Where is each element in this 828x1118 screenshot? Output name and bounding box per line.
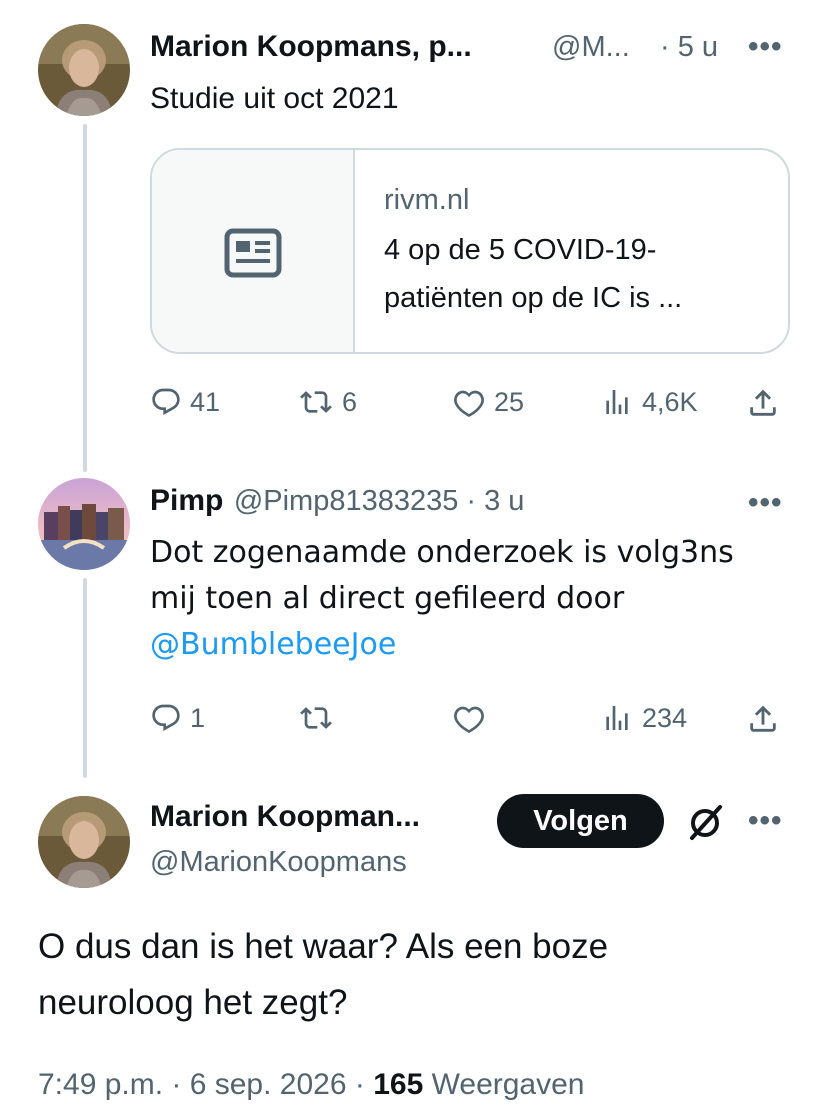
repost-icon	[300, 391, 332, 413]
author-handle[interactable]: @M...	[552, 31, 630, 64]
views-button[interactable]: 234	[600, 702, 687, 734]
repost-icon	[300, 707, 332, 729]
tweet-text: Studie uit oct 2021	[150, 82, 399, 115]
repost-button[interactable]: 6	[298, 386, 357, 418]
repost-button[interactable]	[298, 702, 334, 734]
reply-button[interactable]: 1	[150, 702, 205, 734]
card-thumbnail	[152, 150, 355, 352]
follow-button[interactable]: Volgen	[497, 794, 664, 848]
card-domain: rivm.nl	[384, 184, 470, 216]
tweet-time[interactable]: · 5 u	[660, 31, 718, 64]
more-icon[interactable]: •••	[748, 486, 783, 520]
views-label: Weergaven	[431, 1068, 585, 1101]
reply-icon	[152, 704, 180, 731]
share-icon	[750, 705, 776, 732]
like-button[interactable]	[452, 702, 486, 734]
reply-button[interactable]: 41	[150, 386, 220, 418]
avatar-image	[38, 796, 130, 888]
like-icon	[454, 706, 484, 734]
views-icon	[606, 706, 628, 730]
thread-line	[83, 124, 87, 472]
timestamp[interactable]: 7:49 p.m. · 6 sep. 2026 ·	[38, 1068, 365, 1101]
avatar[interactable]	[38, 796, 130, 888]
like-count: 25	[494, 386, 525, 417]
like-icon	[454, 390, 484, 418]
tweet-meta: 7:49 p.m. · 6 sep. 2026 · 165 Weergaven	[38, 1068, 584, 1102]
like-button[interactable]: 25	[452, 386, 524, 418]
card-title-line-1: 4 op de 5 COVID-19-	[384, 234, 657, 266]
views-button[interactable]: 4,6K	[600, 386, 698, 418]
author-name[interactable]: Pimp	[150, 484, 223, 517]
reply-count: 1	[190, 702, 206, 733]
grok-icon[interactable]	[686, 802, 726, 847]
card-title-line-2: patiënten op de IC is ...	[384, 282, 683, 314]
views-icon	[606, 390, 628, 414]
main-tweet-text-line-1: O dus dan is het waar? Als een boze	[38, 927, 609, 966]
author-handle-time[interactable]: @Pimp81383235 · 3 u	[234, 485, 525, 517]
author-header: Pimp @Pimp81383235 · 3 u	[150, 484, 524, 518]
avatar[interactable]	[38, 478, 130, 570]
more-icon[interactable]: •••	[748, 804, 783, 838]
tweet-text-line-1: Dot zogenaamde onderzoek is volg3ns	[150, 535, 734, 570]
reply-count: 41	[190, 386, 221, 417]
author-handle[interactable]: @MarionKoopmans	[150, 846, 407, 879]
share-button[interactable]	[746, 386, 780, 420]
views-total: 165	[373, 1068, 424, 1101]
share-icon	[750, 389, 776, 416]
repost-count: 6	[342, 386, 358, 417]
avatar[interactable]	[38, 24, 130, 116]
more-icon[interactable]: •••	[748, 30, 783, 64]
share-button[interactable]	[746, 702, 780, 736]
views-count: 234	[642, 702, 688, 733]
thread-line	[83, 578, 87, 778]
views-count: 4,6K	[642, 386, 698, 417]
tweet-text-line-2: mij toen al direct gefileerd door	[150, 581, 625, 616]
article-icon	[224, 228, 282, 278]
author-name[interactable]: Marion Koopman...	[150, 800, 420, 834]
avatar-image	[38, 478, 130, 570]
reply-icon	[152, 388, 180, 415]
main-tweet-text-line-2: neuroloog het zegt?	[38, 983, 348, 1022]
author-name[interactable]: Marion Koopmans, p...	[150, 30, 472, 64]
mention-link[interactable]: @BumblebeeJoe	[150, 622, 396, 668]
avatar-image	[38, 24, 130, 116]
link-card[interactable]: rivm.nl 4 op de 5 COVID-19- patiënten op…	[150, 148, 790, 354]
